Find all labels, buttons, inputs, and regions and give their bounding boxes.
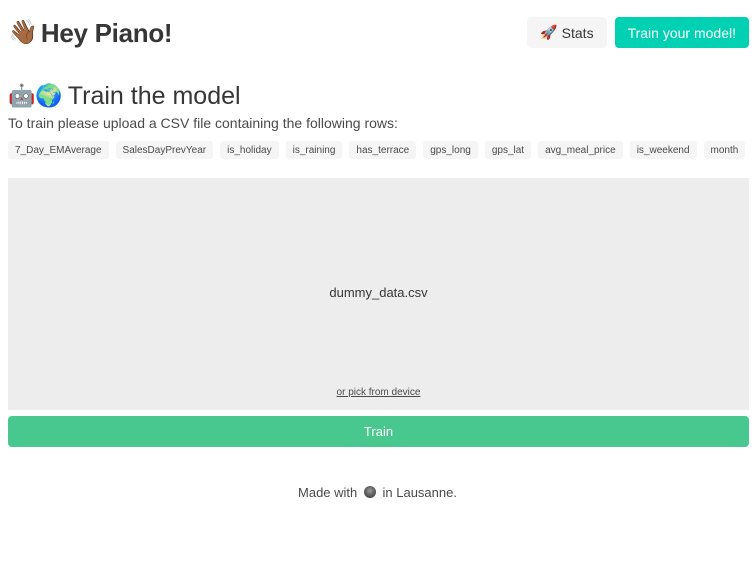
- footer: Made with in Lausanne.: [0, 485, 755, 500]
- column-tag: month: [703, 141, 746, 159]
- page-title: Train the model: [67, 81, 241, 110]
- stats-button[interactable]: 🚀 Stats: [527, 17, 607, 48]
- robot-globe-icon: 🤖🌍: [8, 83, 63, 108]
- column-tag: has_terrace: [349, 141, 417, 159]
- rocket-icon: 🚀: [540, 24, 558, 40]
- column-tag: SalesDayPrevYear: [115, 141, 214, 159]
- column-tag: is_raining: [285, 141, 343, 159]
- column-tag: is_holiday: [220, 141, 279, 159]
- upload-instructions: To train please upload a CSV file contai…: [8, 115, 398, 131]
- required-columns-list: 7_Day_EMAverage SalesDayPrevYear is_holi…: [8, 141, 746, 159]
- pick-from-device-link[interactable]: or pick from device: [8, 387, 749, 398]
- section-heading: 🤖🌍 Train the model: [8, 80, 241, 112]
- footer-suffix: in Lausanne.: [382, 485, 457, 500]
- column-tag: gps_lat: [484, 141, 532, 159]
- column-tag: gps_long: [423, 141, 478, 159]
- heart-icon: [363, 486, 376, 498]
- column-tag: is_weekend: [629, 141, 697, 159]
- column-tag: 7_Day_EMAverage: [8, 141, 109, 159]
- train-button[interactable]: Train: [8, 416, 749, 447]
- csv-dropzone[interactable]: dummy_data.csv or pick from device: [8, 178, 749, 410]
- train-your-model-button[interactable]: Train your model!: [614, 17, 749, 48]
- column-tag: avg_meal_price: [538, 141, 623, 159]
- footer-prefix: Made with: [298, 485, 358, 500]
- stats-label: Stats: [561, 24, 594, 41]
- brand[interactable]: 👋🏾 Hey Piano!: [8, 17, 173, 49]
- selected-file-name: dummy_data.csv: [329, 285, 428, 300]
- navbar-buttons: 🚀 Stats Train your model!: [527, 17, 749, 48]
- waving-hand-icon: 👋🏾: [8, 19, 38, 46]
- app-title: Hey Piano!: [40, 17, 173, 48]
- top-navbar: 👋🏾 Hey Piano! 🚀 Stats Train your model!: [8, 17, 749, 49]
